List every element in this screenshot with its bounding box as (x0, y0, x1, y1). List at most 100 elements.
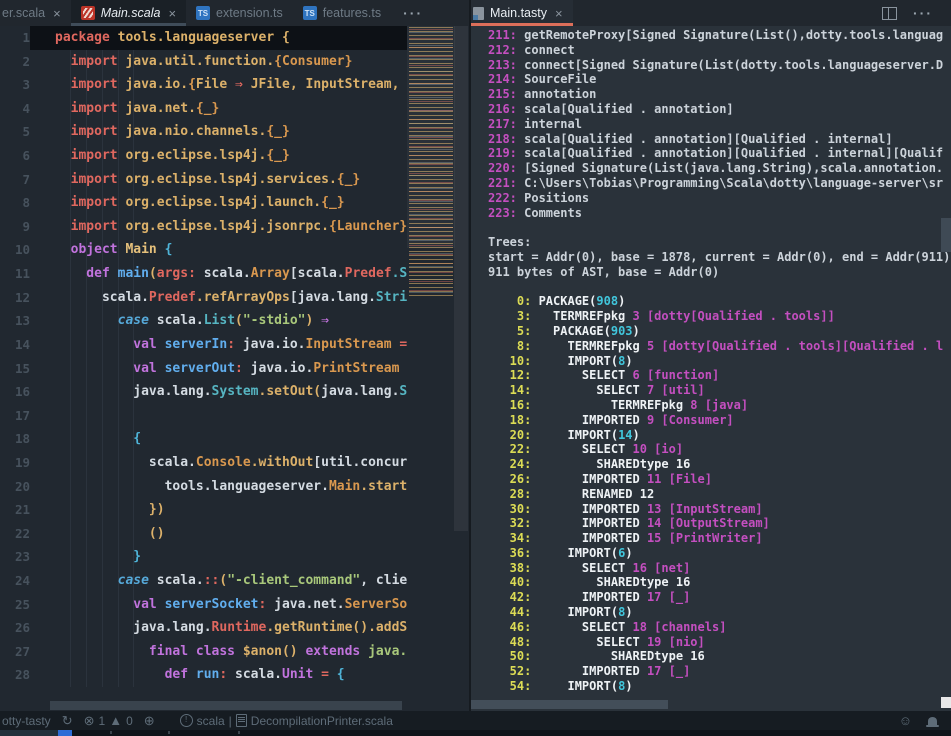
code-line[interactable]: 11 def main(args: scala.Array[scala.Pred… (0, 262, 469, 286)
tasty-line[interactable]: 32: IMPORTED 14 [OutputStream] (471, 516, 951, 531)
tasty-line[interactable]: 214: SourceFile (471, 72, 951, 87)
language-indicator[interactable]: ! scala | DecompilationPrinter.scala (180, 714, 393, 728)
tasty-line[interactable]: 30: IMPORTED 13 [InputStream] (471, 502, 951, 517)
code-line[interactable]: 3 import java.io.{File ⇒ JFile, InputStr… (0, 73, 469, 97)
minimap[interactable] (407, 26, 469, 711)
tab-main-scala[interactable]: Main.scala× (71, 0, 186, 26)
feedback-button[interactable]: ☺ (899, 714, 912, 727)
tasty-line[interactable]: 218: scala[Qualified . annotation][Quali… (471, 132, 951, 147)
tasty-line[interactable]: 28: RENAMED 12 (471, 487, 951, 502)
vertical-scrollbar-left[interactable] (454, 26, 468, 531)
tasty-output-editor[interactable]: 211: getRemoteProxy[Signed Signature(Lis… (471, 26, 951, 711)
sync-button[interactable]: ↻ (62, 714, 73, 727)
tasty-line[interactable]: 911 bytes of AST, base = Addr(0) (471, 265, 951, 280)
tasty-line[interactable]: 10: IMPORT(8) (471, 354, 951, 369)
tab-er-scala[interactable]: er.scala× (0, 0, 71, 26)
tasty-line[interactable]: 24: SHAREDtype 16 (471, 457, 951, 472)
tasty-line[interactable]: 22: SELECT 10 [io] (471, 442, 951, 457)
tasty-line[interactable]: 220: [Signed Signature(List(java.lang.St… (471, 161, 951, 176)
code-line[interactable]: 17 (0, 404, 469, 428)
code-line[interactable]: 16 java.lang.System.setOut(java.lang.Sy (0, 380, 469, 404)
tasty-line[interactable]: 36: IMPORT(6) (471, 546, 951, 561)
close-icon[interactable]: × (168, 6, 176, 21)
tasty-line[interactable] (471, 280, 951, 295)
tasty-line[interactable]: 5: PACKAGE(903) (471, 324, 951, 339)
horizontal-scrollbar-left[interactable] (50, 701, 402, 710)
tasty-line[interactable]: 20: IMPORT(14) (471, 428, 951, 443)
tab-features-ts[interactable]: TSfeatures.ts (293, 0, 391, 26)
code-line[interactable]: 4 import java.net.{_} (0, 97, 469, 121)
tasty-line[interactable]: 42: IMPORTED 17 [_] (471, 590, 951, 605)
code-line[interactable]: 9 import org.eclipse.lsp4j.jsonrpc.{Laun… (0, 215, 469, 239)
tasty-line[interactable]: 14: SELECT 7 [util] (471, 383, 951, 398)
scala-editor[interactable]: 1package tools.languageserver {2 import … (0, 26, 469, 711)
code-line[interactable]: 10 object Main { (0, 238, 469, 262)
live-share-button[interactable]: ⊕ (144, 714, 155, 727)
tasty-line[interactable]: 213: connect[Signed Signature(List(dotty… (471, 58, 951, 73)
tasty-line[interactable]: 3: TERMREFpkg 3 [dotty[Qualified . tools… (471, 309, 951, 324)
branch-indicator[interactable]: otty-tasty (2, 714, 51, 728)
tab-main-tasty[interactable]: Main.tasty × (471, 0, 573, 26)
code-line[interactable]: 6 import org.eclipse.lsp4j.{_} (0, 144, 469, 168)
more-tabs-button[interactable]: ··· (391, 0, 435, 26)
code-line[interactable]: 20 tools.languageserver.Main.startS (0, 475, 469, 499)
code-line[interactable]: 1package tools.languageserver { (0, 26, 469, 50)
notifications-button[interactable] (928, 716, 937, 725)
code-line[interactable]: 25 val serverSocket: java.net.ServerSoc (0, 593, 469, 617)
code-line[interactable]: 5 import java.nio.channels.{_} (0, 120, 469, 144)
tasty-line[interactable]: 48: SELECT 19 [nio] (471, 635, 951, 650)
close-icon[interactable]: × (555, 6, 563, 21)
code-line[interactable]: 26 java.lang.Runtime.getRuntime().addSh (0, 616, 469, 640)
tasty-line[interactable]: 211: getRemoteProxy[Signed Signature(Lis… (471, 28, 951, 43)
code-line[interactable]: 13 case scala.List("-stdio") ⇒ (0, 309, 469, 333)
more-actions-button[interactable]: ··· (901, 5, 945, 21)
line-number: 20 (0, 475, 30, 499)
tasty-line[interactable]: 44: IMPORT(8) (471, 605, 951, 620)
code-line[interactable]: 24 case scala.::("-client_command", clie… (0, 569, 469, 593)
tasty-line[interactable]: 221: C:\Users\Tobias\Programming\Scala\d… (471, 176, 951, 191)
code-line[interactable]: 14 val serverIn: java.io.InputStream = (0, 333, 469, 357)
minimap-slider[interactable] (407, 26, 455, 248)
tasty-line[interactable]: 222: Positions (471, 191, 951, 206)
code-line[interactable]: 28 def run: scala.Unit = { (0, 663, 469, 687)
tasty-line[interactable]: 38: SELECT 16 [net] (471, 561, 951, 576)
tasty-line[interactable]: 215: annotation (471, 87, 951, 102)
tasty-line[interactable]: 26: IMPORTED 11 [File] (471, 472, 951, 487)
tasty-line[interactable]: 34: IMPORTED 15 [PrintWriter] (471, 531, 951, 546)
close-icon[interactable]: × (53, 6, 61, 21)
problems-indicator[interactable]: ⊗ 1 ▲ 0 (84, 714, 133, 728)
tasty-line[interactable]: 16: TERMREFpkg 8 [java] (471, 398, 951, 413)
code-line[interactable]: 2 import java.util.function.{Consumer} (0, 50, 469, 74)
tasty-line[interactable]: 219: scala[Qualified . annotation][Quali… (471, 146, 951, 161)
vertical-scrollbar-right[interactable] (941, 218, 951, 252)
code-line[interactable]: 8 import org.eclipse.lsp4j.launch.{_} (0, 191, 469, 215)
code-line[interactable]: 27 final class $anon() extends java.l (0, 640, 469, 664)
tasty-line[interactable]: 50: SHAREDtype 16 (471, 649, 951, 664)
tasty-line[interactable]: 223: Comments (471, 206, 951, 221)
code-line[interactable]: 7 import org.eclipse.lsp4j.services.{_} (0, 168, 469, 192)
tasty-line[interactable]: 217: internal (471, 117, 951, 132)
tasty-line[interactable]: 212: connect (471, 43, 951, 58)
tasty-line[interactable]: 216: scala[Qualified . annotation] (471, 102, 951, 117)
tasty-line[interactable]: 8: TERMREFpkg 5 [dotty[Qualified . tools… (471, 339, 951, 354)
split-editor-icon[interactable] (882, 7, 897, 20)
tasty-line[interactable] (471, 220, 951, 235)
code-line[interactable]: 15 val serverOut: java.io.PrintStream = (0, 357, 469, 381)
tasty-line[interactable]: 12: SELECT 6 [function] (471, 368, 951, 383)
tasty-line[interactable]: 18: IMPORTED 9 [Consumer] (471, 413, 951, 428)
horizontal-scrollbar-right[interactable] (471, 700, 668, 709)
code-line[interactable]: 23 } (0, 545, 469, 569)
code-line[interactable]: 19 scala.Console.withOut[util.concurr (0, 451, 469, 475)
tasty-line[interactable]: 52: IMPORTED 17 [_] (471, 664, 951, 679)
code-line[interactable]: 22 () (0, 522, 469, 546)
tasty-line[interactable]: 0: PACKAGE(908) (471, 294, 951, 309)
code-line[interactable]: 21 }) (0, 498, 469, 522)
code-line[interactable]: 18 { (0, 427, 469, 451)
tasty-line[interactable]: Trees: (471, 235, 951, 250)
tasty-line[interactable]: 54: IMPORT(8) (471, 679, 951, 694)
tab-extension-ts[interactable]: TSextension.ts (186, 0, 293, 26)
tasty-line[interactable]: 40: SHAREDtype 16 (471, 575, 951, 590)
tasty-line[interactable]: 46: SELECT 18 [channels] (471, 620, 951, 635)
tasty-line[interactable]: start = Addr(0), base = 1878, current = … (471, 250, 951, 265)
code-line[interactable]: 12 scala.Predef.refArrayOps[java.lang.St… (0, 286, 469, 310)
